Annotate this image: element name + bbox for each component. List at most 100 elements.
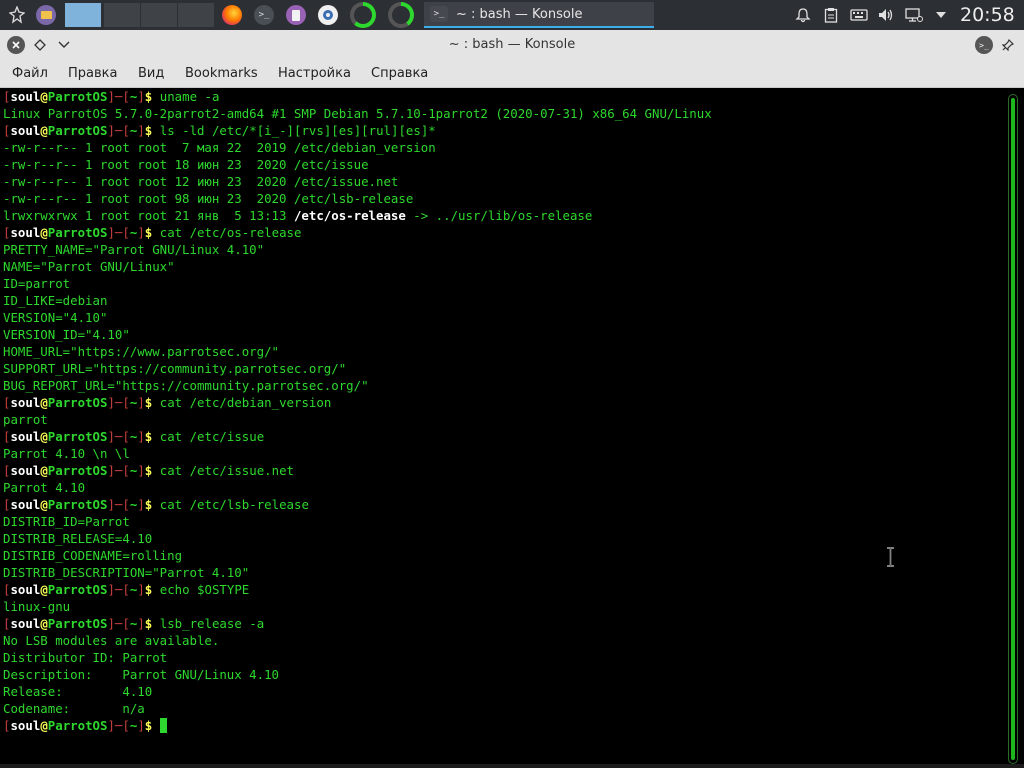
prompt-dollar: $ (144, 718, 153, 733)
network-icon[interactable] (903, 0, 925, 30)
clipboard-icon[interactable] (820, 0, 842, 30)
output-text: ID_LIKE=debian (3, 293, 108, 308)
konsole-icon[interactable]: >_ (252, 0, 276, 30)
command-text: cat /etc/lsb-release (159, 497, 309, 512)
output-line: -rw-r--r-- 1 root root 7 мая 22 2019 /et… (3, 139, 712, 156)
command-text: lsb_release -a (159, 616, 265, 631)
output-line: HOME_URL="https://www.parrotsec.org/" (3, 343, 712, 360)
output-text: VERSION="4.10" (3, 310, 108, 325)
prompt-line: [soul@ParrotOS]─[~]$ (3, 717, 712, 734)
prompt-dollar: $ (144, 616, 153, 631)
menu-bookmarks[interactable]: Bookmarks (185, 59, 258, 88)
output-text: ID=parrot (3, 276, 71, 291)
prompt-dollar: $ (144, 463, 153, 478)
keyboard-icon[interactable] (848, 0, 870, 30)
prompt-host: ParrotOS (47, 497, 108, 512)
notifications-icon[interactable] (792, 0, 814, 30)
window-titlebar[interactable]: ~ : bash — Konsole >_ (0, 30, 1024, 59)
menu-chevron-icon[interactable] (54, 35, 74, 55)
menu-settings[interactable]: Настройка (278, 59, 351, 88)
file-manager-icon[interactable] (34, 0, 58, 30)
prompt-separator: ]─[ (107, 718, 130, 733)
prompt-user: soul (10, 123, 41, 138)
pin-icon[interactable] (998, 35, 1018, 55)
output-text: No LSB modules are available. (3, 633, 220, 648)
command-text: uname -a (159, 89, 220, 104)
command-text: cat /etc/debian_version (159, 395, 332, 410)
system-monitor-icon[interactable] (386, 0, 416, 30)
text-editor-icon[interactable] (284, 0, 308, 30)
menu-view[interactable]: Вид (138, 59, 164, 88)
taskbar-konsole-task[interactable]: >_ ~ : bash — Konsole (424, 2, 654, 28)
app-menu-icon[interactable] (4, 0, 30, 30)
output-text: linux-gnu (3, 599, 71, 614)
command-text: ls -ld /etc/*[i_-][rvs][es][rul][es]* (159, 123, 436, 138)
firefox-icon[interactable] (220, 0, 244, 30)
terminal-scrollbar[interactable] (1008, 94, 1018, 764)
output-text: Linux ParrotOS 5.7.0-2parrot2-amd64 #1 S… (3, 106, 712, 121)
prompt-separator: ]─[ (107, 429, 130, 444)
output-line: PRETTY_NAME="Parrot GNU/Linux 4.10" (3, 241, 712, 258)
prompt-user: soul (10, 89, 41, 104)
prompt-at: @ (40, 582, 48, 597)
clock[interactable]: 20:58 (960, 0, 1015, 30)
output-line: Distributor ID: Parrot (3, 649, 712, 666)
prompt-user: soul (10, 225, 41, 240)
command-text: cat /etc/issue.net (159, 463, 295, 478)
system-monitor-icon[interactable] (348, 0, 378, 30)
prompt-host: ParrotOS (47, 463, 108, 478)
keep-above-icon[interactable] (30, 35, 50, 55)
output-text: BUG_REPORT_URL="https://community.parrot… (3, 378, 369, 393)
output-line: Linux ParrotOS 5.7.0-2parrot2-amd64 #1 S… (3, 105, 712, 122)
output-text: Distributor ID: Parrot (3, 650, 168, 665)
prompt-bracket: ] (137, 395, 145, 410)
top-panel: >_ >_ ~ : bash — Konsole 20:58 (0, 0, 1024, 30)
prompt-bracket: ] (137, 123, 145, 138)
prompt-line: [soul@ParrotOS]─[~]$ uname -a (3, 88, 712, 105)
output-line: BUG_REPORT_URL="https://community.parrot… (3, 377, 712, 394)
output-text: NAME="Parrot GNU/Linux" (3, 259, 175, 274)
virtual-desktop-1[interactable] (65, 3, 101, 27)
output-line: DISTRIB_RELEASE=4.10 (3, 530, 712, 547)
menu-help[interactable]: Справка (371, 59, 428, 88)
prompt-at: @ (40, 497, 48, 512)
prompt-bracket: ] (137, 225, 145, 240)
volume-icon[interactable] (875, 0, 897, 30)
scrollbar-thumb[interactable] (1011, 98, 1015, 760)
output-text: SUPPORT_URL="https://community.parrotsec… (3, 361, 347, 376)
expand-tray-icon[interactable] (930, 0, 952, 30)
output-text: -rw-r--r-- 1 root root 98 июн 23 2020 /e… (3, 191, 414, 206)
link-meta: lrwxrwxrwx 1 root root 21 янв 5 13:13 (3, 208, 294, 223)
close-icon[interactable] (6, 35, 26, 55)
settings-icon[interactable] (316, 0, 340, 30)
output-text: -rw-r--r-- 1 root root 12 июн 23 2020 /e… (3, 174, 399, 189)
prompt-at: @ (40, 225, 48, 240)
prompt-bracket: ] (137, 429, 145, 444)
menu-file[interactable]: Файл (12, 59, 48, 88)
prompt-user: soul (10, 429, 41, 444)
symlink-target: -> ../usr/lib/os-release (405, 208, 593, 223)
prompt-at: @ (40, 718, 48, 733)
virtual-desktop-4[interactable] (178, 3, 214, 27)
output-text: PRETTY_NAME="Parrot GNU/Linux 4.10" (3, 242, 265, 257)
prompt-host: ParrotOS (47, 123, 108, 138)
command-text: cat /etc/os-release (159, 225, 302, 240)
output-text: DISTRIB_DESCRIPTION="Parrot 4.10" (3, 565, 250, 580)
command-text: cat /etc/issue (159, 429, 265, 444)
output-line: SUPPORT_URL="https://community.parrotsec… (3, 360, 712, 377)
terminal-view[interactable]: [soul@ParrotOS]─[~]$ uname -a Linux Parro… (0, 88, 1024, 768)
prompt-separator: ]─[ (107, 463, 130, 478)
prompt-line: [soul@ParrotOS]─[~]$ lsb_release -a (3, 615, 712, 632)
output-line: NAME="Parrot GNU/Linux" (3, 258, 712, 275)
output-line: Description: Parrot GNU/Linux 4.10 (3, 666, 712, 683)
output-text: Parrot 4.10 \n \l (3, 446, 130, 461)
prompt-line: [soul@ParrotOS]─[~]$ ls -ld /etc/*[i_-][… (3, 122, 712, 139)
virtual-desktop-2[interactable] (104, 3, 140, 27)
prompt-separator: ]─[ (107, 225, 130, 240)
prompt-line: [soul@ParrotOS]─[~]$ cat /etc/os-release (3, 224, 712, 241)
output-line: lrwxrwxrwx 1 root root 21 янв 5 13:13 /e… (3, 207, 712, 224)
virtual-desktop-3[interactable] (141, 3, 177, 27)
konsole-icon[interactable]: >_ (974, 35, 994, 55)
menu-edit[interactable]: Правка (68, 59, 117, 88)
prompt-at: @ (40, 429, 48, 444)
